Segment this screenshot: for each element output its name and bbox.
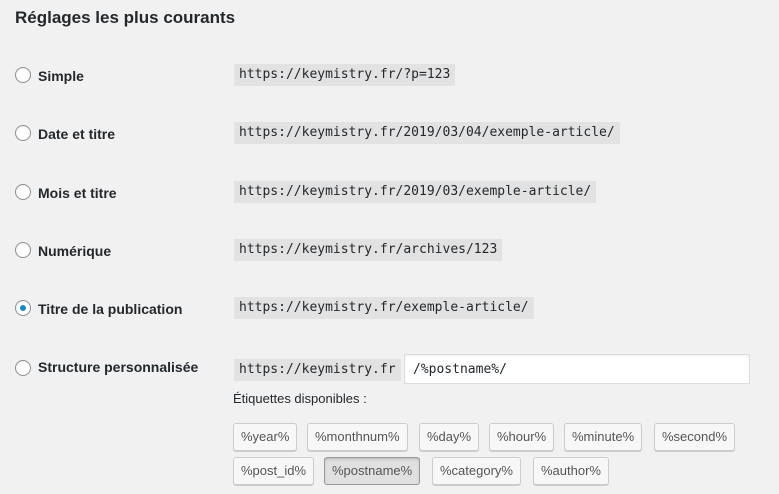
tag-button-second[interactable]: %second% <box>654 423 736 451</box>
example-url: https://keymistry.fr/?p=123 <box>234 64 456 86</box>
tag-button-monthnum[interactable]: %monthnum% <box>307 423 408 451</box>
option-simple[interactable]: Simple https://keymistry.fr/?p=123 <box>0 60 779 90</box>
option-month-title[interactable]: Mois et titre https://keymistry.fr/2019/… <box>0 177 779 207</box>
section-title: Réglages les plus courants <box>15 8 236 27</box>
option-label: Date et titre <box>38 126 116 142</box>
tag-button-postname[interactable]: %postname% <box>324 457 421 485</box>
option-date-title[interactable]: Date et titre https://keymistry.fr/2019/… <box>0 118 779 148</box>
radio-simple[interactable] <box>15 67 31 83</box>
base-url: https://keymistry.fr <box>234 359 401 381</box>
option-numeric[interactable]: Numérique https://keymistry.fr/archives/… <box>0 235 779 265</box>
radio-numeric[interactable] <box>15 242 31 258</box>
example-url: https://keymistry.fr/2019/03/exemple-art… <box>234 181 597 203</box>
tag-button-hour[interactable]: %hour% <box>489 423 555 451</box>
tag-button-day[interactable]: %day% <box>419 423 480 451</box>
tag-button-author[interactable]: %author% <box>533 457 609 485</box>
option-post-name[interactable]: Titre de la publication https://keymistr… <box>0 293 779 323</box>
tag-button-post-id[interactable]: %post_id% <box>233 457 315 485</box>
option-label: Mois et titre <box>38 185 117 201</box>
tag-button-category[interactable]: %category% <box>432 457 521 485</box>
option-label: Structure personnalisée <box>38 359 199 375</box>
option-label: Simple <box>38 68 84 84</box>
option-label: Numérique <box>38 243 112 259</box>
example-url: https://keymistry.fr/archives/123 <box>234 239 503 261</box>
example-url: https://keymistry.fr/exemple-article/ <box>234 297 534 319</box>
custom-structure-input[interactable] <box>404 354 750 384</box>
option-label: Titre de la publication <box>38 301 183 317</box>
tag-button-minute[interactable]: %minute% <box>564 423 643 451</box>
radio-custom-structure[interactable] <box>15 360 31 376</box>
example-url: https://keymistry.fr/2019/03/04/exemple-… <box>234 122 620 144</box>
radio-date-title[interactable] <box>15 125 31 141</box>
radio-month-title[interactable] <box>15 184 31 200</box>
available-tags-label: Étiquettes disponibles : <box>233 391 367 406</box>
radio-post-name[interactable] <box>15 300 31 316</box>
tag-button-year[interactable]: %year% <box>233 423 298 451</box>
